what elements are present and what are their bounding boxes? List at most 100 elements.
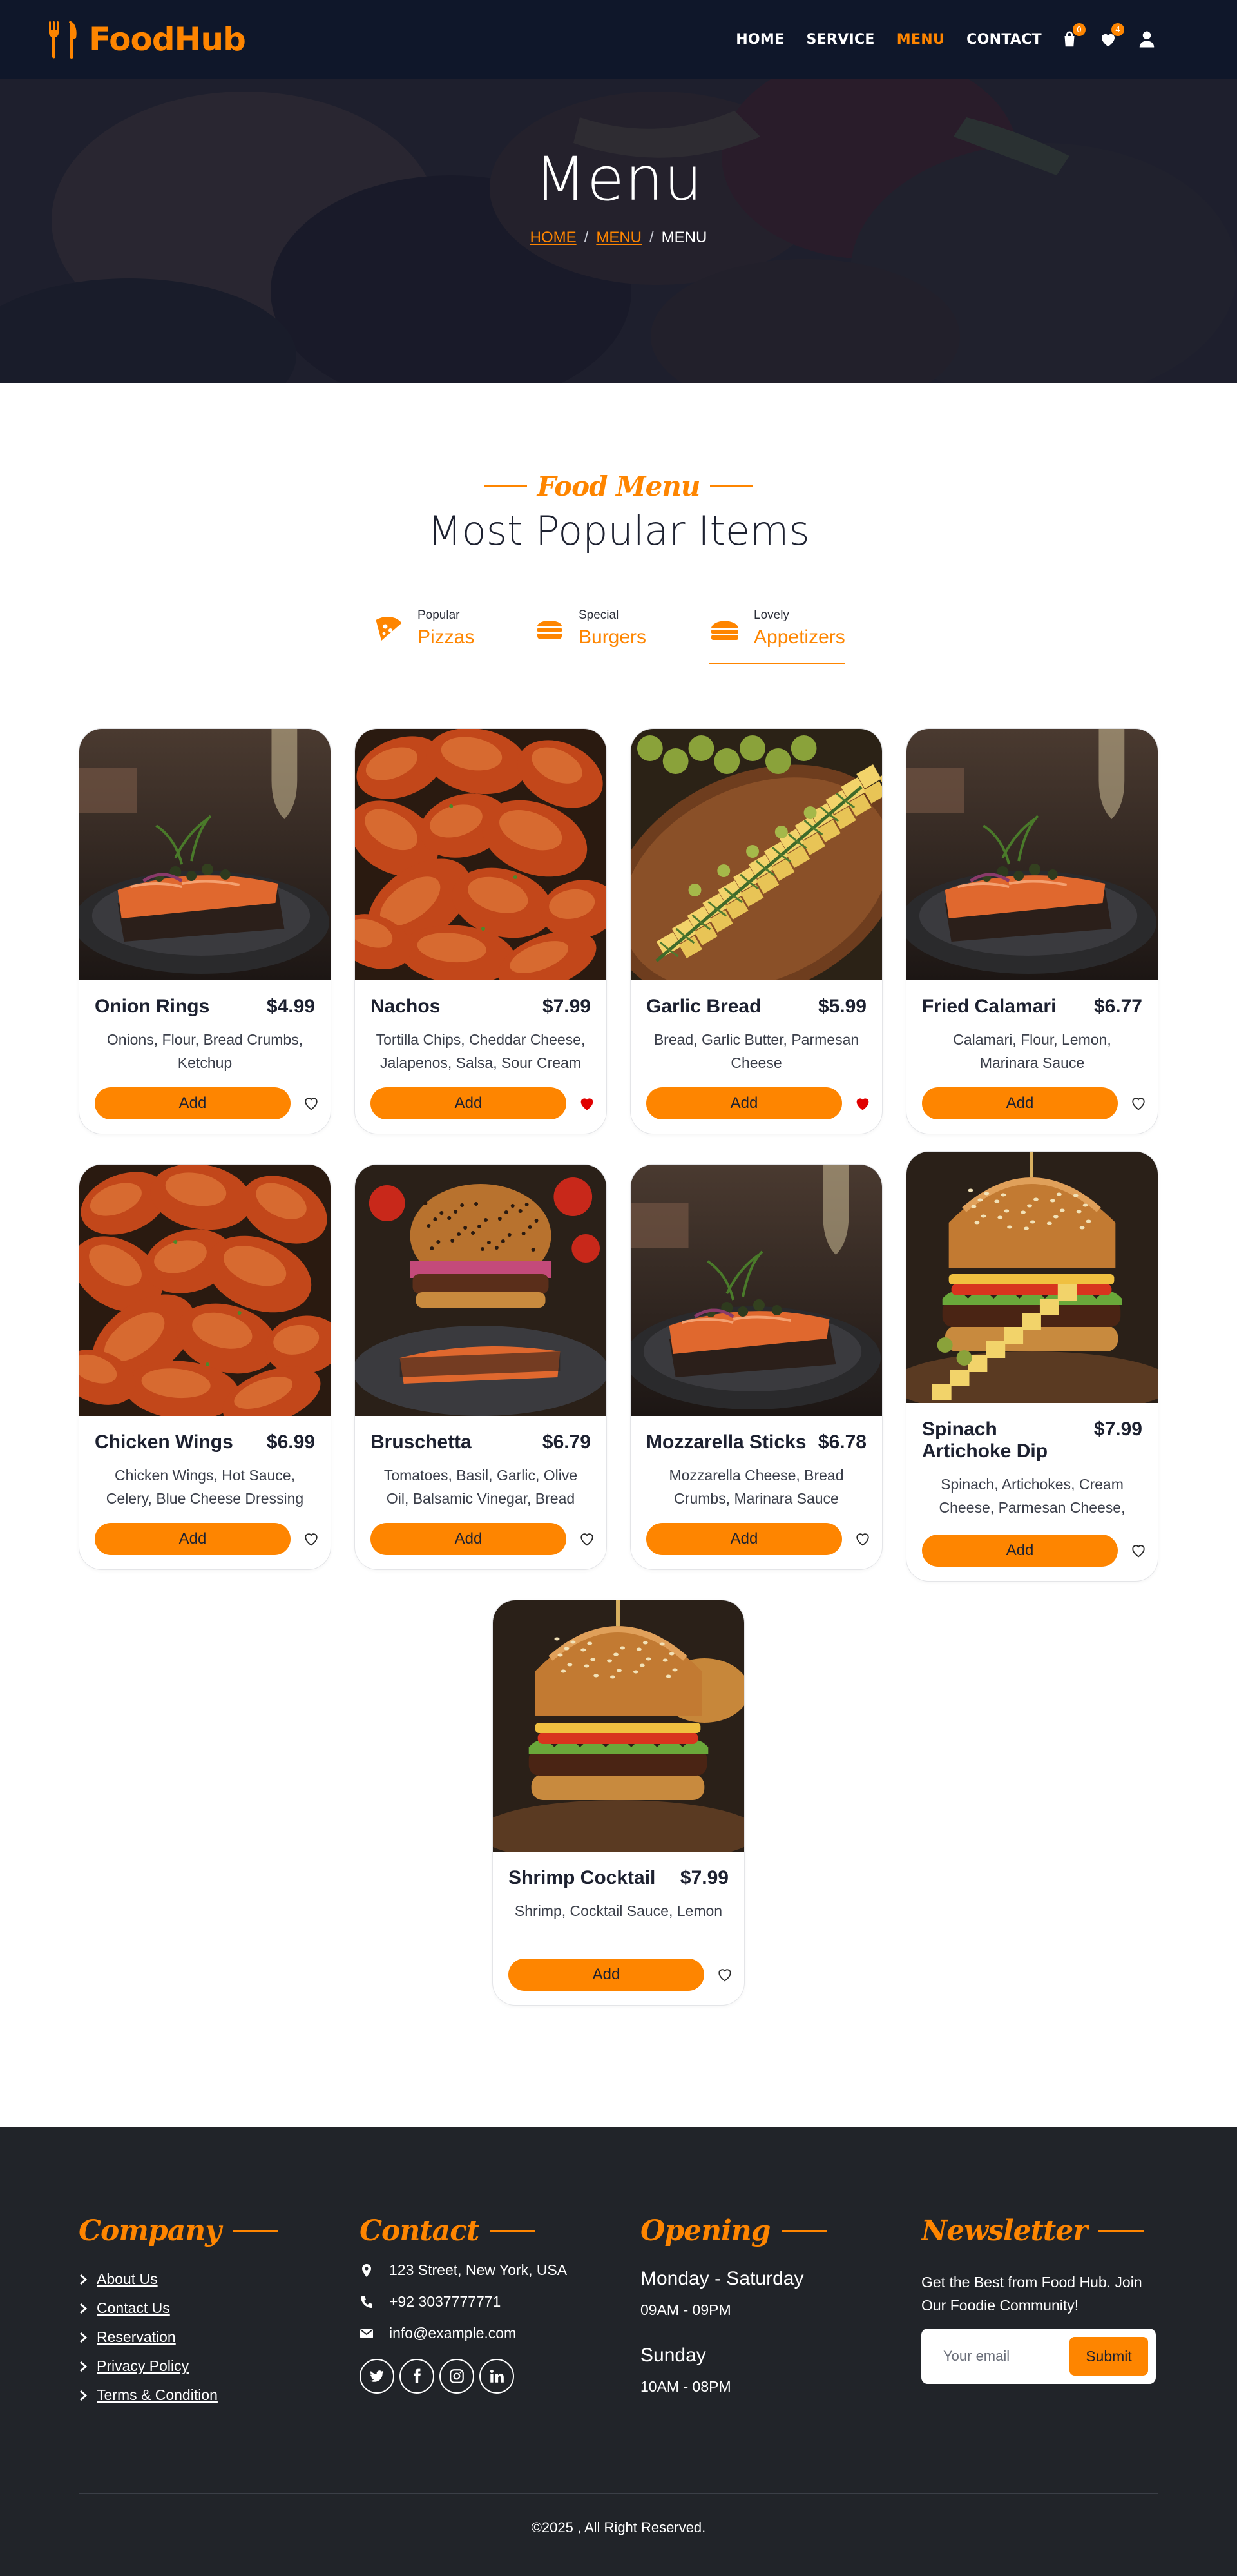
menu-item-description: Calamari, Flour, Lemon, Marinara Sauce — [953, 1031, 1111, 1071]
menu-item-price: $7.99 — [1093, 1419, 1142, 1440]
footer-newsletter-title: Newsletter — [921, 2214, 1088, 2247]
twitter-button[interactable] — [360, 2359, 394, 2394]
wishlist-button[interactable]: 4 — [1097, 23, 1124, 50]
menu-item-image — [355, 729, 606, 980]
footer-company-title: Company — [79, 2214, 222, 2247]
menu-item-image — [631, 1165, 882, 1416]
burger-icon — [537, 621, 562, 639]
favorite-button[interactable] — [578, 1094, 596, 1112]
envelope-icon — [360, 2329, 373, 2338]
menu-item-name: Nachos — [370, 996, 441, 1017]
add-to-cart-button[interactable]: Add — [370, 1087, 566, 1119]
footer-newsletter: Newsletter Get the Best from Food Hub. J… — [921, 2214, 1156, 2416]
add-to-cart-button[interactable]: Add — [95, 1087, 291, 1119]
footer-link-privacy[interactable]: Privacy Policy — [79, 2358, 360, 2375]
contact-phone-text: +92 3037777771 — [389, 2293, 501, 2310]
menu-item-card: Garlic Bread $5.99 Bread, Garlic Butter, P… — [630, 728, 883, 1134]
footer-link-label[interactable]: Reservation — [97, 2329, 176, 2346]
heart-outline-icon — [1132, 1098, 1145, 1110]
footer-contact-title: Contact — [360, 2214, 479, 2247]
add-to-cart-button[interactable]: Add — [508, 1959, 704, 1991]
menu-item-name: Fried Calamari — [922, 996, 1057, 1017]
breadcrumb-home[interactable]: HOME — [530, 229, 577, 246]
brand-logo[interactable]: FoodHub — [46, 20, 246, 59]
linkedin-button[interactable] — [479, 2359, 514, 2394]
menu-item-price: $7.99 — [680, 1867, 729, 1888]
favorite-button[interactable] — [302, 1094, 320, 1112]
site-footer: Company About Us Contact Us Reservation … — [0, 2127, 1237, 2576]
opening-day-sunday: Sunday — [640, 2345, 706, 2366]
breadcrumb-menu[interactable]: MENU — [596, 229, 642, 246]
heart-outline-icon — [305, 1098, 318, 1110]
tab-burgers-caption: Special — [579, 608, 619, 622]
heart-outline-icon — [1132, 1545, 1145, 1558]
tab-appetizers-label: Appetizers — [754, 626, 845, 648]
favorite-button[interactable] — [716, 1966, 734, 1984]
twitter-icon — [370, 2370, 384, 2382]
nav-home[interactable]: HOME — [736, 32, 784, 48]
menu-item-description: Shrimp, Cocktail Sauce, Lemon — [514, 1903, 723, 1919]
menu-item-image — [355, 1165, 606, 1416]
divider-line — [710, 485, 753, 487]
footer-link-terms[interactable]: Terms & Condition — [79, 2387, 360, 2404]
opening-hours-weekdays: 09AM - 09PM — [640, 2301, 731, 2318]
footer-link-label[interactable]: Terms & Condition — [97, 2387, 218, 2404]
tab-burgers[interactable]: Special Burgers — [533, 608, 646, 663]
linkedin-icon — [490, 2369, 504, 2383]
footer-link-about[interactable]: About Us — [79, 2271, 360, 2288]
nav-menu[interactable]: MENU — [897, 32, 945, 48]
favorite-button[interactable] — [302, 1530, 320, 1548]
tab-appetizers-caption: Lovely — [754, 608, 789, 622]
add-to-cart-button[interactable]: Add — [922, 1087, 1118, 1119]
menu-item-description: Tomatoes, Basil, Garlic, Olive Oil, Bals… — [383, 1467, 578, 1507]
favorite-button[interactable] — [854, 1094, 872, 1112]
instagram-button[interactable] — [439, 2359, 474, 2394]
footer-link-label[interactable]: Privacy Policy — [97, 2358, 189, 2375]
utensils-icon — [49, 21, 77, 59]
divider-line — [484, 485, 527, 487]
tab-burgers-label: Burgers — [579, 626, 647, 648]
add-to-cart-button[interactable]: Add — [646, 1523, 842, 1555]
opening-hours-sunday: 10AM - 08PM — [640, 2378, 731, 2395]
favorite-button[interactable] — [854, 1530, 872, 1548]
cart-button[interactable]: 0 — [1059, 23, 1086, 50]
tab-pizzas[interactable]: Popular Pizzas — [372, 608, 474, 663]
page-title: Menu — [533, 144, 704, 215]
add-to-cart-button[interactable]: Add — [95, 1523, 291, 1555]
account-button[interactable] — [1136, 28, 1158, 50]
footer-link-label[interactable]: Contact Us — [97, 2300, 170, 2317]
phone-icon — [361, 2296, 372, 2308]
menu-item-name: Chicken Wings — [95, 1431, 233, 1453]
footer-link-label[interactable]: About Us — [97, 2271, 158, 2288]
instagram-icon — [450, 2369, 464, 2383]
favorite-button[interactable] — [1129, 1542, 1147, 1560]
nav-service[interactable]: SERVICE — [806, 32, 874, 48]
tab-appetizers[interactable]: Lovely Appetizers — [709, 608, 845, 664]
newsletter-submit-button[interactable]: Submit — [1069, 2337, 1148, 2376]
footer-link-reservation[interactable]: Reservation — [79, 2329, 360, 2346]
facebook-button[interactable] — [399, 2359, 434, 2394]
menu-item-price: $6.99 — [266, 1431, 315, 1453]
divider-line — [490, 2230, 536, 2232]
divider-line — [782, 2230, 827, 2232]
add-to-cart-button[interactable]: Add — [646, 1087, 842, 1119]
breadcrumb-current: MENU — [661, 229, 707, 246]
section-title: Most Popular Items — [427, 507, 810, 554]
navbar: FoodHub HOME SERVICE MENU CONTACT 0 4 — [0, 0, 1237, 79]
menu-item-card: Spinach Artichoke Dip $7.99 Spinach, Artic… — [906, 1151, 1158, 1582]
nav-contact[interactable]: CONTACT — [966, 32, 1042, 48]
add-to-cart-button[interactable]: Add — [922, 1535, 1118, 1567]
menu-item-description: Mozzarella Cheese, Bread Crumbs, Marinar… — [669, 1467, 844, 1507]
menu-item-card: Chicken Wings $6.99 Chicken Wings, Hot Sau… — [79, 1164, 331, 1570]
heart-outline-icon — [580, 1533, 593, 1546]
favorite-button[interactable] — [1129, 1094, 1147, 1112]
footer-link-contact[interactable]: Contact Us — [79, 2300, 360, 2317]
heart-outline-icon — [718, 1969, 731, 1982]
contact-email: info@example.com — [360, 2325, 640, 2342]
pizza-icon — [376, 617, 402, 641]
favorite-button[interactable] — [578, 1530, 596, 1548]
newsletter-email-input[interactable]: Your email — [943, 2348, 1010, 2365]
menu-item-description: Tortilla Chips, Cheddar Cheese, Jalapeno… — [376, 1031, 586, 1071]
add-to-cart-button[interactable]: Add — [370, 1523, 566, 1555]
menu-item-card: Fried Calamari $6.77 Calamari, Flour, Lemo… — [906, 728, 1158, 1134]
